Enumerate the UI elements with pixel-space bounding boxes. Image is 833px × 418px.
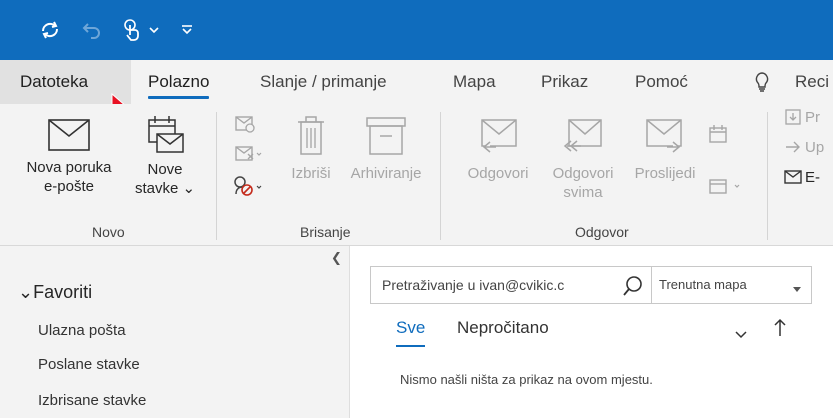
meeting-icon[interactable] <box>708 124 728 149</box>
sync-icon[interactable] <box>36 16 64 44</box>
tab-help[interactable]: Pomoć <box>635 72 688 92</box>
empty-list-message: Nismo našli ništa za prikaz na ovom mjes… <box>400 372 653 387</box>
archive-button[interactable]: Arhiviranje <box>340 114 432 183</box>
group-separator <box>216 112 217 240</box>
junk-icon[interactable] <box>232 174 266 203</box>
title-bar <box>0 0 833 60</box>
chevron-down-icon: ⌄ <box>18 282 34 302</box>
envelope-icon[interactable] <box>784 168 802 191</box>
archive-icon <box>366 117 406 155</box>
quick-step-3-label[interactable]: E- <box>805 169 820 186</box>
lightbulb-icon[interactable] <box>752 68 772 96</box>
new-items-label-1: Nove <box>147 161 183 178</box>
new-items-icon <box>148 116 184 153</box>
search-scope-dropdown[interactable]: Trenutna mapa <box>652 266 812 304</box>
search-icon[interactable] <box>622 275 644 302</box>
trash-icon <box>298 116 324 155</box>
envelope-icon <box>48 119 90 151</box>
chevron-down-icon[interactable] <box>146 16 162 44</box>
search-box[interactable]: Pretraživanje u ivan@cvikic.c <box>370 266 652 304</box>
tab-folder[interactable]: Mapa <box>453 72 496 92</box>
message-list-pane: Pretraživanje u ivan@cvikic.c Trenutna m… <box>351 246 833 418</box>
collapse-pane-icon[interactable]: ❮ <box>331 250 342 266</box>
undo-icon[interactable] <box>78 16 106 44</box>
reply-button[interactable]: Odgovori <box>456 116 540 183</box>
group-label-respond: Odgovor <box>575 224 629 240</box>
filter-all[interactable]: Sve <box>396 318 426 347</box>
group-label-delete: Brisanje <box>300 224 351 240</box>
quick-step-2-label[interactable]: Up <box>805 139 824 156</box>
move-to-icon[interactable] <box>784 108 802 131</box>
arrow-right-icon[interactable] <box>784 138 802 161</box>
more-respond-icon[interactable] <box>708 176 744 201</box>
delete-button[interactable]: Izbriši <box>284 114 338 183</box>
forward-button[interactable]: Proslijedi <box>626 116 704 183</box>
new-email-button[interactable]: Nova poruka e-pošte <box>10 118 128 196</box>
reply-all-label-2: svima <box>563 184 603 201</box>
archive-label: Arhiviranje <box>350 165 422 182</box>
group-separator <box>440 112 441 240</box>
tab-view[interactable]: Prikaz <box>541 72 588 92</box>
reply-icon <box>481 119 517 153</box>
new-email-label-1: Nova poruka <box>26 159 112 176</box>
reply-all-button[interactable]: Odgovori svima <box>540 116 626 202</box>
sort-direction-icon[interactable] <box>774 318 786 343</box>
folder-pane: ❮ ⌄Favoriti Ulazna pošta Poslane stavke … <box>0 246 350 418</box>
reply-all-label-1: Odgovori <box>552 165 614 182</box>
search-scope-label: Trenutna mapa <box>659 277 747 292</box>
dropdown-arrow-icon <box>792 281 802 299</box>
customize-qat-icon[interactable] <box>176 16 198 44</box>
ribbon: Nova poruka e-pošte Nove stavke ⌄ Novo I… <box>0 104 833 246</box>
forward-label: Proslijedi <box>634 165 696 182</box>
search-input[interactable]: Pretraživanje u ivan@cvikic.c <box>382 277 564 293</box>
new-items-button[interactable]: Nove stavke ⌄ <box>130 114 200 198</box>
new-items-label-2: stavke ⌄ <box>134 180 196 197</box>
delete-label: Izbriši <box>291 165 331 182</box>
forward-icon <box>646 119 682 153</box>
sort-dropdown-icon[interactable] <box>735 326 747 344</box>
tab-home[interactable]: Polazno <box>148 72 210 99</box>
folder-sent[interactable]: Poslane stavke <box>38 356 140 373</box>
reply-all-icon <box>563 119 602 152</box>
tab-tell-me[interactable]: Reci <box>795 72 829 92</box>
touch-mode-icon[interactable] <box>118 16 144 44</box>
new-email-label-2: e-pošte <box>43 178 95 195</box>
tab-send-receive[interactable]: Slanje / primanje <box>260 72 387 92</box>
group-label-new: Novo <box>92 224 125 240</box>
ribbon-tabs: Datoteka Polazno Slanje / primanje Mapa … <box>0 60 833 118</box>
favorites-header[interactable]: ⌄Favoriti <box>18 282 92 303</box>
reply-label: Odgovori <box>467 165 529 182</box>
ignore-icon[interactable] <box>234 114 256 139</box>
folder-deleted[interactable]: Izbrisane stavke <box>38 392 146 409</box>
group-separator <box>767 112 768 240</box>
quick-step-1-label[interactable]: Pr <box>805 109 820 126</box>
clean-up-icon[interactable] <box>234 144 264 169</box>
folder-inbox[interactable]: Ulazna pošta <box>38 322 126 339</box>
filter-unread[interactable]: Nepročitano <box>457 318 549 338</box>
